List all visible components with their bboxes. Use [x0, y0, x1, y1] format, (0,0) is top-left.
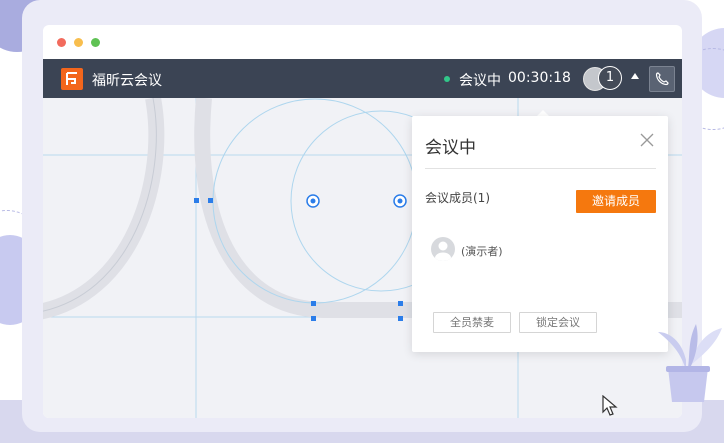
user-icon: [435, 241, 451, 261]
minimize-window-dot[interactable]: [74, 38, 83, 47]
panel-title: 会议中: [425, 138, 476, 158]
member-name: (演示者): [461, 245, 503, 258]
members-label: 会议成员(1): [425, 191, 490, 205]
hang-up-button[interactable]: [649, 66, 675, 92]
window-controls: [57, 38, 100, 47]
title-bar: 福昕云会议 会议中 00:30:18 1: [43, 59, 682, 98]
close-icon[interactable]: [640, 132, 654, 147]
close-window-dot[interactable]: [57, 38, 66, 47]
meeting-timer: 00:30:18: [508, 70, 571, 86]
maximize-window-dot[interactable]: [91, 38, 100, 47]
divider: [425, 168, 656, 169]
meeting-panel: 会议中 会议成员(1) 邀请成员 (演示者) 全员禁麦 锁定会议: [412, 116, 668, 352]
phone-icon: [655, 72, 669, 86]
app-title: 福昕云会议: [92, 73, 162, 89]
plant-illustration: [650, 310, 724, 405]
mute-all-button[interactable]: 全员禁麦: [433, 312, 511, 333]
foxit-logo-icon: [61, 68, 83, 90]
participant-count-badge[interactable]: 1: [598, 66, 622, 90]
lock-meeting-button[interactable]: 锁定会议: [519, 312, 597, 333]
mouse-cursor-icon: [602, 394, 620, 417]
caret-up-icon[interactable]: [631, 73, 639, 79]
invite-members-button[interactable]: 邀请成员: [576, 190, 656, 213]
avatar: [431, 237, 455, 261]
meeting-status-dot: [444, 76, 450, 82]
meeting-status-label: 会议中: [459, 73, 501, 89]
